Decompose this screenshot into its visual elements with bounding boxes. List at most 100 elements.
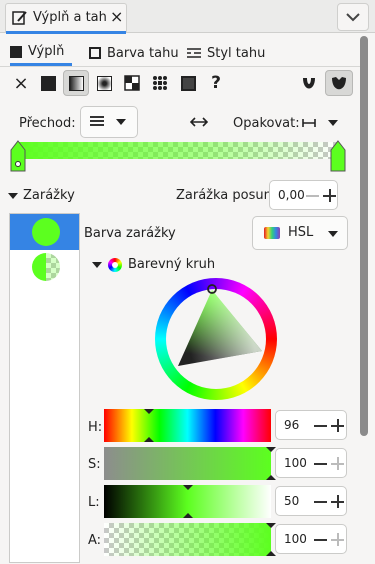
slider-marker[interactable] bbox=[266, 475, 276, 480]
tab-stroke-style[interactable]: Styl tahu bbox=[187, 40, 265, 66]
stop-list-item[interactable] bbox=[10, 250, 79, 284]
paint-swatch-button[interactable] bbox=[175, 70, 201, 96]
fill-rule-nonzero-button[interactable] bbox=[325, 70, 353, 96]
stop-color-swatch bbox=[32, 253, 60, 281]
alpha-spinbutton[interactable]: 100 bbox=[275, 524, 347, 554]
paint-linear-gradient-button[interactable] bbox=[63, 70, 89, 96]
stops-header: Zarážky bbox=[23, 188, 75, 203]
saturation-slider[interactable] bbox=[104, 447, 276, 480]
paint-mesh-button[interactable] bbox=[119, 70, 145, 96]
decrement-icon[interactable] bbox=[314, 501, 327, 503]
fill-rule-evenodd-button[interactable] bbox=[296, 70, 322, 96]
repeat-dropdown[interactable] bbox=[300, 112, 345, 134]
reverse-icon[interactable] bbox=[190, 115, 208, 129]
decrement-icon[interactable] bbox=[314, 463, 327, 465]
tab-stroke-paint-label: Barva tahu bbox=[107, 45, 179, 61]
radial-gradient-icon bbox=[96, 75, 112, 91]
color-mode-dropdown[interactable]: HSL bbox=[252, 216, 348, 250]
dock-tab-bar: Výplň a tah × bbox=[0, 0, 375, 34]
decrement-icon[interactable] bbox=[314, 425, 327, 427]
color-wheel-icon bbox=[108, 257, 122, 272]
repeat-label: Opakovat: bbox=[233, 116, 300, 131]
expander-icon bbox=[92, 261, 102, 268]
stroke-style-icon bbox=[187, 48, 201, 58]
expander-icon bbox=[8, 192, 18, 199]
increment-icon-bar bbox=[337, 457, 339, 470]
unset-icon: ? bbox=[211, 73, 221, 93]
slider-marker[interactable] bbox=[266, 551, 276, 556]
stop-color-label: Barva zarážky bbox=[84, 226, 176, 241]
lightness-slider[interactable] bbox=[104, 485, 271, 518]
slider-marker[interactable] bbox=[182, 485, 193, 490]
active-tab-indicator bbox=[6, 31, 126, 34]
chevron-down-icon bbox=[346, 13, 360, 22]
hue-slider[interactable] bbox=[104, 409, 271, 442]
paint-radial-gradient-button[interactable] bbox=[91, 70, 117, 96]
stop-color-swatch bbox=[32, 218, 60, 246]
lightness-value: 50 bbox=[284, 494, 300, 508]
scrollbar[interactable] bbox=[360, 36, 368, 436]
divider bbox=[0, 66, 360, 67]
gradient-library-icon bbox=[90, 116, 104, 126]
slider-marker[interactable] bbox=[144, 409, 155, 414]
tab-fill[interactable]: Výplň bbox=[10, 40, 72, 66]
gradient-preview[interactable] bbox=[18, 142, 338, 159]
swatch-icon bbox=[180, 75, 196, 91]
alpha-slider[interactable] bbox=[104, 523, 276, 556]
stop-list-item-selected[interactable] bbox=[10, 214, 79, 250]
slider-marker[interactable] bbox=[144, 437, 155, 442]
channel-label-a: A: bbox=[88, 533, 102, 548]
close-icon[interactable]: × bbox=[110, 7, 123, 26]
stroke-paint-icon bbox=[89, 47, 101, 59]
slider-marker[interactable] bbox=[182, 513, 193, 518]
no-paint-icon: × bbox=[13, 72, 29, 94]
gradient-label: Přechod: bbox=[19, 116, 76, 131]
tab-fill-and-stroke[interactable]: Výplň a tah × bbox=[5, 3, 127, 34]
gradient-stop-handle[interactable] bbox=[9, 140, 27, 174]
paint-unset-button[interactable]: ? bbox=[203, 70, 229, 96]
color-wheel-label: Barevný kruh bbox=[128, 257, 216, 272]
dock-menu-button[interactable] bbox=[337, 3, 369, 31]
increment-icon-bar bbox=[337, 419, 339, 432]
fill-icon bbox=[10, 45, 22, 58]
color-wheel-expander[interactable]: Barevný kruh bbox=[92, 257, 215, 272]
hue-spinbutton[interactable]: 96 bbox=[275, 410, 347, 440]
channel-label-l: L: bbox=[88, 495, 100, 510]
chevron-down-icon bbox=[328, 231, 338, 237]
increment-icon-bar bbox=[337, 533, 339, 546]
mesh-icon bbox=[124, 75, 140, 91]
decrement-icon[interactable] bbox=[314, 539, 327, 541]
palette-icon bbox=[264, 227, 280, 239]
paint-pattern-button[interactable] bbox=[147, 70, 173, 96]
channel-label-s: S: bbox=[88, 457, 101, 472]
paint-none-button[interactable]: × bbox=[8, 70, 34, 96]
paint-flat-button[interactable] bbox=[35, 70, 61, 96]
tab-fill-label: Výplň bbox=[28, 44, 65, 59]
lightness-spinbutton[interactable]: 50 bbox=[275, 486, 347, 516]
tab-title: Výplň a tah bbox=[33, 10, 107, 25]
offset-spinbutton[interactable]: 0,00 bbox=[269, 180, 338, 210]
pattern-icon bbox=[153, 76, 167, 90]
gradient-library-button[interactable] bbox=[80, 106, 138, 138]
offset-value: 0,00 bbox=[278, 188, 305, 202]
tab-stroke-style-label: Styl tahu bbox=[207, 45, 266, 61]
alpha-value: 100 bbox=[284, 532, 307, 546]
chevron-down-icon bbox=[328, 120, 338, 126]
decrement-icon[interactable] bbox=[306, 195, 319, 197]
tab-stroke-paint[interactable]: Barva tahu bbox=[89, 40, 179, 66]
increment-icon-bar bbox=[337, 495, 339, 508]
saturation-spinbutton[interactable]: 100 bbox=[275, 448, 347, 478]
repeat-icon bbox=[302, 119, 316, 127]
gradient-stop-handle[interactable] bbox=[329, 140, 347, 174]
edit-icon bbox=[12, 11, 27, 25]
linear-gradient-icon bbox=[68, 75, 84, 91]
chevron-down-icon bbox=[116, 119, 126, 125]
saturation-value: 100 bbox=[284, 456, 307, 470]
channel-label-h: H: bbox=[88, 420, 103, 435]
fill-rule-nonzero-icon bbox=[332, 77, 346, 90]
color-mode-value: HSL bbox=[288, 225, 314, 240]
hue-value: 96 bbox=[284, 418, 300, 432]
flat-color-icon bbox=[40, 75, 56, 91]
color-triangle[interactable] bbox=[155, 278, 277, 400]
stops-expander[interactable]: Zarážky bbox=[8, 188, 75, 203]
